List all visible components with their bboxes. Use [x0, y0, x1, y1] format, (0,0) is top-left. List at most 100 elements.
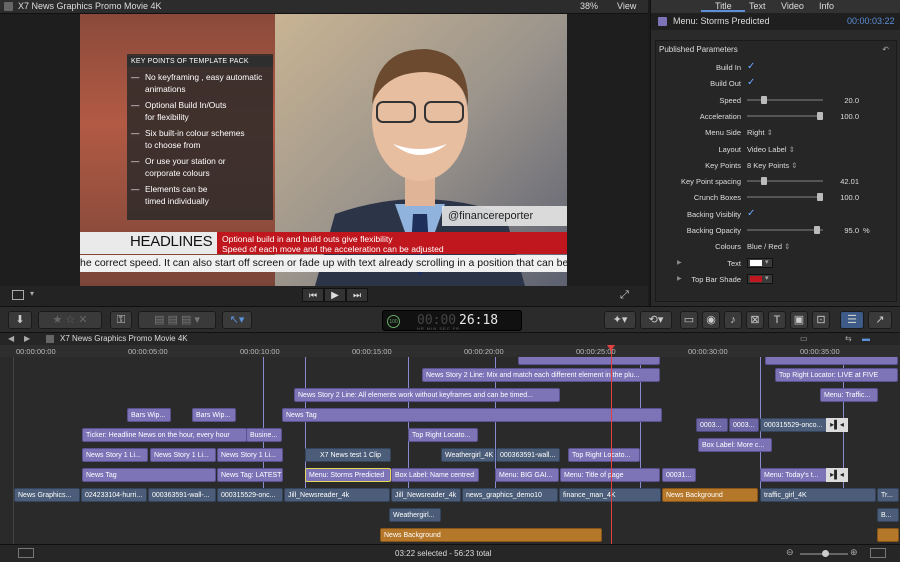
forward-arrow-icon[interactable]: ▶: [24, 334, 30, 343]
view-menu[interactable]: View: [617, 1, 636, 11]
param-value[interactable]: 95.0: [835, 226, 859, 235]
timeline-clip[interactable]: X7 News test 1 Clip: [305, 448, 391, 462]
zoom-menu[interactable]: 38%: [580, 1, 598, 11]
color-well[interactable]: ▾: [747, 273, 773, 284]
param-slider[interactable]: [747, 111, 823, 120]
play-button[interactable]: ▶: [324, 288, 346, 302]
timeline-clip[interactable]: Busine...: [246, 428, 282, 442]
audio-skimming-icon[interactable]: ▭: [800, 334, 808, 343]
param-checkbox[interactable]: ✓: [747, 77, 755, 88]
themes-icon[interactable]: ⊡: [812, 311, 830, 329]
param-popup[interactable]: Video Label ⇕: [747, 145, 795, 154]
zoom-slider[interactable]: [800, 550, 848, 557]
timeline-clip[interactable]: News Story 1 Li...: [217, 448, 283, 462]
timeline-ruler[interactable]: 00:00:00:00 00:00:05:00 00:00:10:00 00:00:1…: [0, 345, 900, 357]
timeline-clip-selected[interactable]: Menu: Storms Predicted: [305, 468, 391, 482]
transitions-icon[interactable]: ⊠: [746, 311, 764, 329]
snapping-icon[interactable]: ▬: [862, 334, 870, 343]
next-edit-button[interactable]: ⏭: [346, 288, 368, 302]
timeline-clip[interactable]: News Story 2 Line: All elements work wit…: [294, 388, 560, 402]
storyline-clip[interactable]: finance_man_4K: [559, 488, 661, 502]
timeline-clip[interactable]: News Story 2 Line: Mix and match each di…: [422, 368, 660, 382]
timeline-clip[interactable]: 0003...: [696, 418, 728, 432]
slider-knob[interactable]: [813, 226, 820, 234]
zoom-out-icon[interactable]: ⊖: [786, 547, 794, 558]
timeline-clip[interactable]: Menu: Title of page: [560, 468, 660, 482]
tab-info[interactable]: Info: [819, 1, 834, 11]
enhance-icon[interactable]: ✦▾: [604, 311, 636, 329]
disclosure-triangle-icon[interactable]: ▶: [677, 275, 682, 282]
timeline-clip[interactable]: B...: [877, 508, 899, 522]
timeline-clip[interactable]: 0003...: [729, 418, 759, 432]
audio-clip[interactable]: [877, 528, 899, 542]
timeline-clip[interactable]: News Story 1 Li...: [82, 448, 148, 462]
param-value[interactable]: 100.0: [835, 112, 859, 121]
param-popup[interactable]: 8 Key Points ⇕: [747, 161, 797, 170]
timeline-clip[interactable]: [765, 357, 898, 365]
fullscreen-icon[interactable]: ⤢: [620, 289, 629, 302]
param-slider[interactable]: [747, 177, 823, 186]
timeline-clip[interactable]: Top Right Locato...: [568, 448, 640, 462]
timeline-index-icon[interactable]: [18, 548, 34, 558]
param-value[interactable]: 20.0: [835, 96, 859, 105]
keyword-icon[interactable]: ⚿: [110, 311, 132, 329]
storyline-clip[interactable]: News Graphics...: [14, 488, 80, 502]
param-checkbox[interactable]: ✓: [747, 61, 755, 72]
timeline-clip[interactable]: News Tag: [82, 468, 216, 482]
inspector-toggle-icon[interactable]: ☰: [840, 311, 864, 329]
storyline-clip[interactable]: News Background: [662, 488, 758, 502]
audio-clip[interactable]: News Background: [380, 528, 602, 542]
previous-edit-button[interactable]: ⏮: [302, 288, 324, 302]
timeline-clip[interactable]: Bars Wip...: [127, 408, 171, 422]
clip-appearance-icon[interactable]: [870, 548, 886, 558]
param-value[interactable]: 42.01: [835, 177, 859, 186]
timeline-clip[interactable]: News Tag: LATEST: [217, 468, 283, 482]
param-slider[interactable]: [747, 193, 823, 202]
tab-video[interactable]: Video: [781, 1, 804, 11]
zoom-slider-knob[interactable]: [822, 550, 829, 557]
tab-text[interactable]: Text: [749, 1, 766, 11]
storyline-clip[interactable]: 024233104-hurri...: [81, 488, 147, 502]
select-tool-button[interactable]: ↖▾: [222, 311, 252, 329]
generators-icon[interactable]: ▣: [790, 311, 808, 329]
color-well[interactable]: ▾: [747, 257, 773, 268]
timeline-clip[interactable]: Menu: BIG GAI...: [495, 468, 559, 482]
retime-icon[interactable]: ⟲▾: [640, 311, 672, 329]
reset-icon[interactable]: ↶: [882, 45, 889, 54]
slider-knob[interactable]: [761, 95, 767, 104]
param-value[interactable]: 100.0: [835, 193, 859, 202]
browser-icon[interactable]: ▭: [680, 311, 698, 329]
param-checkbox[interactable]: ✓: [747, 208, 755, 219]
timeline-clip[interactable]: Top Right Locato...: [408, 428, 478, 442]
timeline-clip[interactable]: Box Label: More c...: [698, 438, 772, 452]
storyline-clip[interactable]: Tr...: [877, 488, 899, 502]
timeline-clip[interactable]: Weathergirl...: [389, 508, 441, 522]
music-icon[interactable]: ♪: [724, 311, 742, 329]
timeline-clip[interactable]: News Story 1 Li...: [150, 448, 216, 462]
playhead[interactable]: [607, 345, 615, 544]
timeline-clip[interactable]: Menu: Traffic...: [820, 388, 878, 402]
storyline-clip[interactable]: traffic_girl_4K: [760, 488, 876, 502]
timeline-clip[interactable]: Ticker: Headline News on the hour, every…: [82, 428, 247, 442]
slider-knob[interactable]: [817, 111, 823, 120]
titles-icon[interactable]: T: [768, 311, 786, 329]
timeline-clip[interactable]: 00031...: [662, 468, 696, 482]
param-popup[interactable]: Blue / Red ⇕: [747, 242, 790, 251]
timeline-clip[interactable]: Weathergirl_4K: [441, 448, 495, 462]
storyline-clip[interactable]: Jill_Newsreader_4k: [284, 488, 390, 502]
timeline-tracks[interactable]: News Story 2 Line: Mix and match each di…: [0, 357, 900, 544]
photo-icon[interactable]: ◉: [702, 311, 720, 329]
param-slider[interactable]: [747, 95, 823, 104]
storyline-clip[interactable]: 000315529-onc...: [217, 488, 283, 502]
storyline-clip[interactable]: 000363591-wall-...: [148, 488, 216, 502]
clip-appearance-icon[interactable]: ⇆: [845, 334, 852, 343]
playhead-marker[interactable]: [607, 345, 615, 351]
edit-mode-buttons[interactable]: ▤ ▤ ▤ ▾: [138, 311, 216, 329]
transform-icon[interactable]: [12, 290, 24, 300]
timeline-clip[interactable]: Top Right Locator: LIVE at FIVE: [775, 368, 898, 382]
rating-buttons[interactable]: ★ ☆ ✕: [38, 311, 102, 329]
timeline-clip[interactable]: News Tag: [282, 408, 662, 422]
timeline-clip[interactable]: Bars Wip...: [192, 408, 236, 422]
param-popup[interactable]: Right ⇕: [747, 128, 773, 137]
back-arrow-icon[interactable]: ◀: [8, 334, 14, 343]
